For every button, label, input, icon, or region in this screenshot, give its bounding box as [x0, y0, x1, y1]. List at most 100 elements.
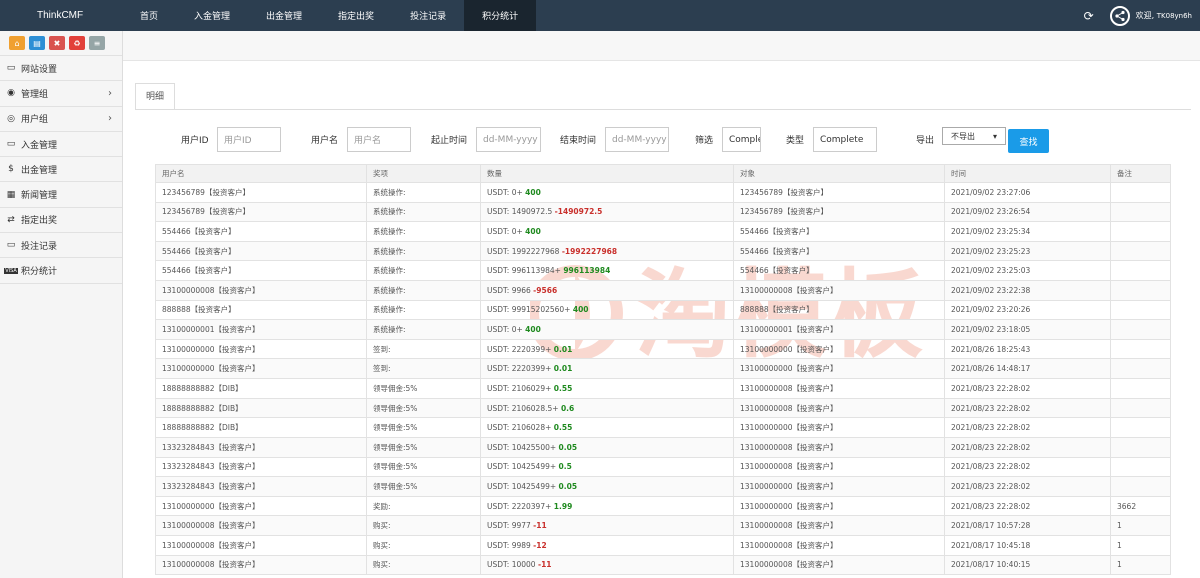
cell-item: 系统操作:: [366, 201, 481, 223]
start-date-input[interactable]: dd-MM-yyyy: [476, 127, 541, 152]
sidebar-item[interactable]: ▦ 新闻管理: [0, 182, 122, 208]
avatar[interactable]: [1109, 5, 1130, 26]
column-header[interactable]: 奖项: [366, 164, 481, 183]
search-button[interactable]: 查找: [1008, 129, 1049, 153]
column-header[interactable]: 数量: [480, 164, 734, 183]
cell-quantity: USDT: 2106028.5+ 0.6: [480, 397, 734, 419]
table-row[interactable]: 13100000001【投资客户】 系统操作: USDT: 0+ 400 131000…: [155, 319, 1171, 340]
cell-item: 签到:: [366, 338, 481, 360]
tab-bar: 明细: [135, 83, 176, 110]
sidebar-item[interactable]: ◉ 管理组 ›: [0, 81, 122, 107]
cell-note: [1110, 358, 1171, 380]
cell-user: 554466【投资客户】: [155, 240, 367, 262]
cell-time: 2021/09/02 23:25:03: [944, 260, 1111, 282]
table-row[interactable]: 13323284843【投资客户】 领导佣金:5% USDT: 10425499+ …: [155, 456, 1171, 478]
table-row[interactable]: 13323284843【投资客户】 领导佣金:5% USDT: 10425499+ …: [155, 476, 1171, 497]
cell-target: 554466【投资客户】: [733, 260, 945, 282]
nav-item[interactable]: 首页: [122, 0, 176, 31]
cell-target: 13100000008【投资客户】: [733, 436, 945, 458]
cell-quantity: USDT: 996113984+ 996113984: [480, 260, 734, 282]
type-input[interactable]: Complete: [813, 127, 877, 152]
export-label: 导出: [916, 136, 935, 146]
table-row[interactable]: 13100000000【投资客户】 签到: USDT: 2220399+ 0.01 1…: [155, 358, 1171, 380]
refresh-icon[interactable]: ⟳: [1084, 9, 1094, 23]
table-row[interactable]: 888888【投资客户】 系统操作: USDT: 99915202560+ 400 8…: [155, 299, 1171, 321]
table-row[interactable]: 13100000000【投资客户】 签到: USDT: 2220399+ 0.01 1…: [155, 338, 1171, 360]
quantity-change: 996113984: [563, 266, 611, 276]
table-row[interactable]: 13100000008【投资客户】 购买: USDT: 10000 -11 13100…: [155, 554, 1171, 576]
sidebar-item-label: 网站设置: [21, 64, 58, 75]
column-header[interactable]: 用户名: [155, 164, 367, 183]
cell-item: 领导佣金:5%: [366, 436, 481, 458]
table-row[interactable]: 554466【投资客户】 系统操作: USDT: 0+ 400 554466【投资客户…: [155, 221, 1171, 242]
table-row[interactable]: 18888888882【DIB】 领导佣金:5% USDT: 2106028+ 0.…: [155, 417, 1171, 438]
cell-user: 13323284843【投资客户】: [155, 476, 367, 497]
quantity-change: 0.01: [553, 344, 573, 354]
newspaper-icon: ▦: [6, 189, 16, 200]
cell-user: 554466【投资客户】: [155, 260, 367, 282]
cell-quantity: USDT: 1992227968 -1992227968: [480, 240, 734, 262]
brand-logo[interactable]: ThinkCMF: [0, 10, 100, 21]
sidebar-item[interactable]: ▭ 入金管理: [0, 132, 122, 158]
trash-icon[interactable]: ✖: [49, 36, 65, 50]
cell-note: [1110, 456, 1171, 478]
cell-target: 13100000000【投资客户】: [733, 476, 945, 497]
monitor-icon: ▭: [6, 240, 16, 251]
welcome-text[interactable]: 欢迎, TK08yn6h: [1136, 10, 1192, 21]
cell-time: 2021/08/23 22:28:02: [944, 436, 1111, 458]
user-area: ⟳ 欢迎, TK08yn6h: [1084, 0, 1200, 31]
cell-user: 18888888882【DIB】: [155, 417, 367, 438]
nav-item[interactable]: 积分统计: [464, 0, 537, 31]
sidebar-item[interactable]: ◎ 用户组 ›: [0, 107, 122, 132]
sidebar-item[interactable]: ⇄ 指定出奖: [0, 208, 122, 234]
column-header[interactable]: 对象: [733, 164, 945, 183]
user-id-input[interactable]: 用户ID: [217, 127, 281, 152]
nav-item[interactable]: 投注记录: [392, 0, 464, 31]
table-row[interactable]: 18888888882【DIB】 领导佣金:5% USDT: 2106028.5+ …: [155, 397, 1171, 419]
cell-user: 123456789【投资客户】: [155, 182, 367, 203]
table-row[interactable]: 13100000008【投资客户】 购买: USDT: 9989 -12 131000…: [155, 534, 1171, 556]
table-row[interactable]: 554466【投资客户】 系统操作: USDT: 1992227968 -19922…: [155, 240, 1171, 262]
nav-item[interactable]: 入金管理: [176, 0, 248, 31]
tab-details[interactable]: 明细: [135, 83, 176, 110]
cell-user: 13100000000【投资客户】: [155, 358, 367, 380]
table-row[interactable]: 554466【投资客户】 系统操作: USDT: 996113984+ 996113…: [155, 260, 1171, 282]
records-table: 用户名 奖项 数量 对象 时间 备注 123456789【投资客户】 系统操作: USDT: …: [155, 164, 1171, 576]
column-header[interactable]: 备注: [1110, 164, 1171, 183]
nav-item[interactable]: 出金管理: [248, 0, 320, 31]
table-header: 用户名 奖项 数量 对象 时间 备注: [155, 164, 1171, 183]
nav-item[interactable]: 指定出奖: [320, 0, 392, 31]
cell-item: 系统操作:: [366, 260, 481, 282]
file-icon[interactable]: ▤: [29, 36, 45, 50]
list-icon[interactable]: ≡: [89, 36, 105, 50]
end-date-input[interactable]: dd-MM-yyyy: [605, 127, 669, 152]
quantity-base: USDT: 0+: [487, 187, 523, 197]
cell-item: 购买:: [366, 534, 481, 556]
table-row[interactable]: 13100000000【投资客户】 奖励: USDT: 2220397+ 1.99 1…: [155, 495, 1171, 517]
column-header[interactable]: 时间: [944, 164, 1111, 183]
sidebar-item[interactable]: ▭ 投注记录: [0, 233, 122, 259]
quantity-change: 0.6: [560, 403, 575, 413]
table-row[interactable]: 13323284843【投资客户】 领导佣金:5% USDT: 10425500+ …: [155, 436, 1171, 458]
table-row[interactable]: 123456789【投资客户】 系统操作: USDT: 1490972.5 -149…: [155, 201, 1171, 223]
recycle-icon[interactable]: ♻: [69, 36, 85, 50]
username-input[interactable]: 用户名: [347, 127, 411, 152]
table-row[interactable]: 123456789【投资客户】 系统操作: USDT: 0+ 400 12345678…: [155, 182, 1171, 203]
table-row[interactable]: 18888888882【DIB】 领导佣金:5% USDT: 2106029+ 0.…: [155, 378, 1171, 399]
cell-quantity: USDT: 1490972.5 -1490972.5: [480, 201, 734, 223]
cell-quantity: USDT: 99915202560+ 400: [480, 299, 734, 321]
monitor-icon: ▭: [6, 63, 16, 74]
sidebar-item[interactable]: VISA 积分统计: [0, 258, 122, 284]
sidebar-item[interactable]: ▭ 网站设置: [0, 56, 122, 82]
sidebar-item[interactable]: $ 出金管理: [0, 157, 122, 183]
sidebar-menu: ▭ 网站设置 ◉ 管理组 › ◎ 用户组 › ▭ 入金管理 $ 出金管理 ▦ 新闻管理 ⇄ 指定出奖 ▭ 投注记录…: [0, 56, 122, 284]
export-select[interactable]: 不导出 ▾: [942, 127, 1006, 145]
sidebar: ⌂ ▤ ✖ ♻ ≡ ▭ 网站设置 ◉ 管理组 › ◎ 用户组 › ▭ 入金管理 $ 出金管理 ▦ 新闻管理 ⇄ 指定出…: [0, 31, 123, 578]
table-row[interactable]: 13100000008【投资客户】 系统操作: USDT: 9966 -9566 13…: [155, 280, 1171, 301]
table-row[interactable]: 13100000008【投资客户】 购买: USDT: 9977 -11 131000…: [155, 515, 1171, 536]
cell-target: 13100000000【投资客户】: [733, 495, 945, 517]
cell-time: 2021/08/23 22:28:02: [944, 378, 1111, 399]
top-nav: 首页 入金管理 出金管理 指定出奖 投注记录 积分统计: [122, 0, 537, 31]
filter-input[interactable]: Comple: [722, 127, 761, 152]
home-icon[interactable]: ⌂: [9, 36, 25, 50]
